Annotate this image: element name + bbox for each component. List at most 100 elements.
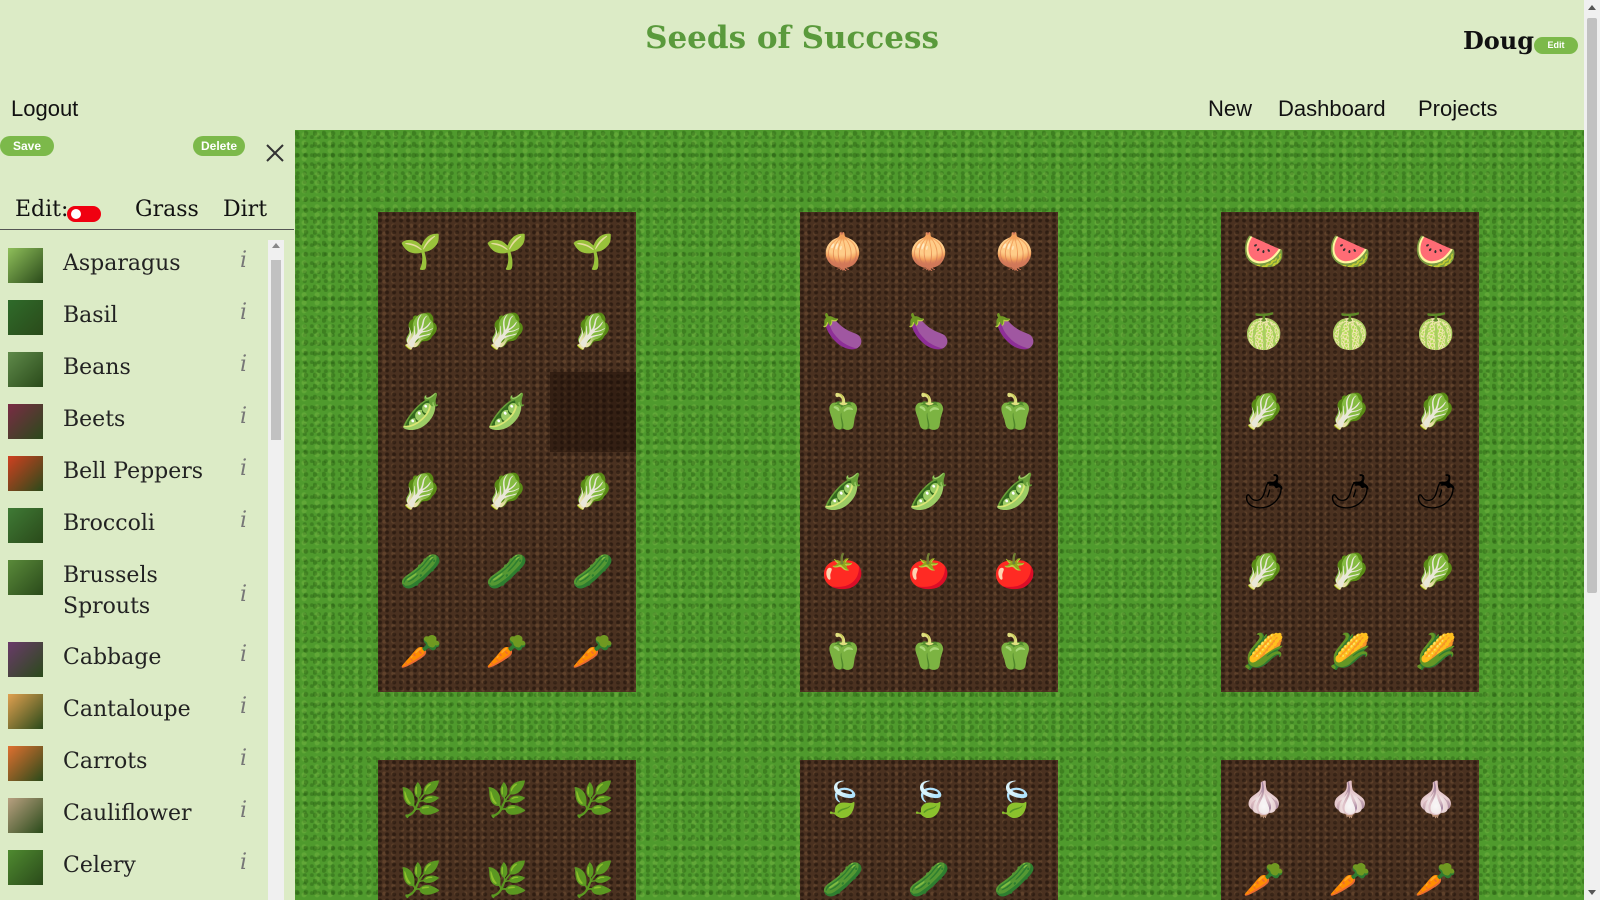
bed-cell[interactable]: 🥬 bbox=[464, 292, 550, 372]
plant-item[interactable]: Cantaloupe i bbox=[0, 686, 268, 738]
plant-item[interactable]: Cauliflower i bbox=[0, 790, 268, 842]
bed-cell[interactable]: 🌱 bbox=[464, 212, 550, 292]
bed-cell[interactable]: 🍃 bbox=[886, 760, 972, 840]
bed-cell[interactable]: 🫑 bbox=[886, 372, 972, 452]
nav-dashboard[interactable]: Dashboard bbox=[1278, 96, 1386, 122]
scroll-up-icon[interactable] bbox=[272, 243, 280, 248]
plant-item[interactable]: Beets i bbox=[0, 396, 268, 448]
bed-cell[interactable]: 🌽 bbox=[1307, 612, 1393, 692]
bed-cell[interactable]: 🥬 bbox=[550, 292, 636, 372]
bed-cell[interactable]: 🥬 bbox=[378, 292, 464, 372]
close-icon[interactable] bbox=[264, 142, 286, 164]
logout-link[interactable]: Logout bbox=[11, 96, 78, 122]
plant-item[interactable]: Beans i bbox=[0, 344, 268, 396]
bed-cell[interactable]: 🫑 bbox=[886, 612, 972, 692]
bed-cell[interactable]: 🌿 bbox=[550, 760, 636, 840]
garden-bed[interactable]: 🍉 🍉 🍉 🍈 🍈 🍈 🥬 🥬 🥬 🌶 🌶 🌶 🥬 🥬 🥬 🌽 🌽 🌽 bbox=[1221, 212, 1479, 692]
bed-cell[interactable]: 🍉 bbox=[1393, 212, 1479, 292]
bed-cell[interactable]: 🍃 bbox=[800, 760, 886, 840]
bed-cell[interactable]: 🥒 bbox=[378, 532, 464, 612]
bed-cell[interactable]: 🫑 bbox=[972, 372, 1058, 452]
garden-bed[interactable]: 🌱 🌱 🌱 🥬 🥬 🥬 🫛 🫛 🥬 🥬 🥬 🥒 🥒 🥒 🥕 🥕 🥕 bbox=[378, 212, 636, 692]
bed-cell[interactable]: 🥬 bbox=[1307, 532, 1393, 612]
bed-cell[interactable]: 🍈 bbox=[1307, 292, 1393, 372]
bed-cell[interactable]: 🌱 bbox=[550, 212, 636, 292]
plant-item[interactable]: Asparagus i bbox=[0, 240, 268, 292]
bed-cell[interactable]: 🌶 bbox=[1307, 452, 1393, 532]
bed-cell[interactable]: 🫛 bbox=[800, 452, 886, 532]
bed-cell[interactable]: 🥒 bbox=[972, 840, 1058, 900]
bed-cell[interactable]: 🌽 bbox=[1221, 612, 1307, 692]
bed-cell[interactable]: 🍈 bbox=[1221, 292, 1307, 372]
bed-cell[interactable]: 🌿 bbox=[550, 840, 636, 900]
bed-cell[interactable]: 🥕 bbox=[1307, 840, 1393, 900]
bed-cell[interactable]: 🥒 bbox=[464, 532, 550, 612]
nav-new[interactable]: New bbox=[1208, 96, 1252, 122]
bed-cell[interactable]: 🌶 bbox=[1393, 452, 1479, 532]
scroll-thumb[interactable] bbox=[271, 260, 281, 440]
bed-cell[interactable]: 🧅 bbox=[800, 212, 886, 292]
bed-cell[interactable]: 🧅 bbox=[886, 212, 972, 292]
nav-projects[interactable]: Projects bbox=[1418, 96, 1497, 122]
bed-cell[interactable]: 🫛 bbox=[886, 452, 972, 532]
bed-cell[interactable]: 🥒 bbox=[886, 840, 972, 900]
info-icon[interactable]: i bbox=[240, 300, 247, 325]
bed-cell[interactable]: 🥬 bbox=[464, 452, 550, 532]
bed-cell[interactable]: 🥒 bbox=[800, 840, 886, 900]
bed-cell[interactable]: 🫑 bbox=[800, 612, 886, 692]
bed-cell[interactable]: 🥕 bbox=[464, 612, 550, 692]
plant-item[interactable]: Carrots i bbox=[0, 738, 268, 790]
bed-cell[interactable]: 🥬 bbox=[378, 452, 464, 532]
bed-cell[interactable]: 🧄 bbox=[1221, 760, 1307, 840]
bed-cell[interactable]: 🧄 bbox=[1307, 760, 1393, 840]
grass-tool[interactable]: Grass bbox=[135, 197, 199, 222]
edit-user-button[interactable]: Edit bbox=[1534, 37, 1578, 54]
plant-item[interactable]: Basil i bbox=[0, 292, 268, 344]
bed-cell[interactable]: 🌶 bbox=[1221, 452, 1307, 532]
bed-cell[interactable]: 🍉 bbox=[1221, 212, 1307, 292]
bed-cell[interactable]: 🍅 bbox=[886, 532, 972, 612]
info-icon[interactable]: i bbox=[240, 746, 247, 771]
plant-item[interactable]: Broccoli i bbox=[0, 500, 268, 552]
bed-cell[interactable]: 🌱 bbox=[378, 212, 464, 292]
bed-cell[interactable]: 🫛 bbox=[464, 372, 550, 452]
plant-list-scrollbar[interactable] bbox=[268, 240, 284, 900]
garden-bed[interactable]: 🧅 🧅 🧅 🍆 🍆 🍆 🫑 🫑 🫑 🫛 🫛 🫛 🍅 🍅 🍅 🫑 🫑 🫑 bbox=[800, 212, 1058, 692]
info-icon[interactable]: i bbox=[240, 404, 247, 429]
bed-cell[interactable]: 🫛 bbox=[972, 452, 1058, 532]
bed-cell[interactable]: 🍅 bbox=[800, 532, 886, 612]
bed-cell[interactable]: 🥕 bbox=[1221, 840, 1307, 900]
bed-cell[interactable]: 🫛 bbox=[378, 372, 464, 452]
bed-cell[interactable]: 🥒 bbox=[550, 532, 636, 612]
info-icon[interactable]: i bbox=[240, 642, 247, 667]
scroll-down-icon[interactable] bbox=[1588, 890, 1596, 895]
info-icon[interactable]: i bbox=[240, 352, 247, 377]
bed-cell[interactable]: 🌿 bbox=[378, 840, 464, 900]
info-icon[interactable]: i bbox=[240, 456, 247, 481]
bed-cell[interactable]: 🍆 bbox=[800, 292, 886, 372]
bed-cell[interactable]: 🌽 bbox=[1393, 612, 1479, 692]
plant-item[interactable]: Bell Peppers i bbox=[0, 448, 268, 500]
bed-cell[interactable]: 🍆 bbox=[972, 292, 1058, 372]
bed-cell[interactable]: 🍅 bbox=[972, 532, 1058, 612]
bed-cell[interactable]: 🍆 bbox=[886, 292, 972, 372]
plant-item[interactable]: Celery i bbox=[0, 842, 268, 894]
bed-cell[interactable]: 🍈 bbox=[1393, 292, 1479, 372]
bed-cell[interactable] bbox=[550, 372, 636, 452]
info-icon[interactable]: i bbox=[240, 798, 247, 823]
garden-bed[interactable]: 🌿 🌿 🌿 🌿 🌿 🌿 bbox=[378, 760, 636, 900]
plant-item[interactable]: Brussels Sprouts i bbox=[0, 552, 268, 634]
plant-item[interactable]: Cabbage i bbox=[0, 634, 268, 686]
info-icon[interactable]: i bbox=[240, 694, 247, 719]
page-scrollbar[interactable] bbox=[1584, 0, 1600, 900]
bed-cell[interactable]: 🥬 bbox=[1307, 372, 1393, 452]
bed-cell[interactable]: 🥕 bbox=[1393, 840, 1479, 900]
bed-cell[interactable]: 🥬 bbox=[550, 452, 636, 532]
bed-cell[interactable]: 🥬 bbox=[1221, 532, 1307, 612]
info-icon[interactable]: i bbox=[240, 508, 247, 533]
bed-cell[interactable]: 🌿 bbox=[464, 840, 550, 900]
delete-button[interactable]: Delete bbox=[193, 136, 245, 156]
garden-canvas[interactable]: 🌱 🌱 🌱 🥬 🥬 🥬 🫛 🫛 🥬 🥬 🥬 🥒 🥒 🥒 🥕 🥕 🥕 🧅 🧅 🧅 🍆 🍆 🍆 🫑 🫑 🫑 🫛 🫛 🫛 🍅 🍅 🍅 🫑 🫑 🫑 🍉 🍉 🍉 🍈 🍈… bbox=[295, 130, 1584, 900]
info-icon[interactable]: i bbox=[240, 850, 247, 875]
dirt-tool[interactable]: Dirt bbox=[223, 197, 267, 222]
